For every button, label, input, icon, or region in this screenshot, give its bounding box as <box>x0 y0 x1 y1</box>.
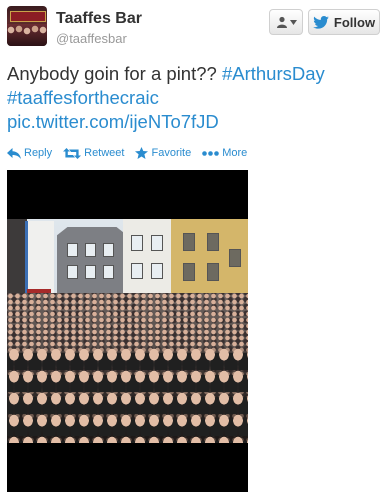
hashtag-link[interactable]: #ArthursDay <box>222 63 325 84</box>
reply-icon <box>7 147 21 159</box>
retweet-button[interactable]: Retweet <box>63 147 124 159</box>
window <box>85 243 96 257</box>
follow-button[interactable]: Follow <box>308 9 380 35</box>
caret-down-icon <box>289 19 297 25</box>
window <box>103 265 114 279</box>
tweet-text: Anybody goin for a pint?? #ArthursDay #t… <box>7 62 377 134</box>
person-icon <box>276 16 287 28</box>
window <box>131 263 143 279</box>
avatar-sign <box>10 11 46 22</box>
window <box>85 265 96 279</box>
twitter-bird-icon <box>313 15 329 29</box>
avatar-crowd <box>7 24 47 46</box>
window <box>207 233 219 251</box>
tweet-photo[interactable] <box>7 170 248 492</box>
tweet-header: Taaffes Bar @taaffesbar Follow <box>0 0 385 60</box>
crowd-street-photo <box>7 219 248 443</box>
favorite-label: Favorite <box>151 147 192 159</box>
display-name[interactable]: Taaffes Bar <box>56 10 142 28</box>
user-actions-dropdown-button[interactable] <box>269 9 303 35</box>
more-label: More <box>222 147 248 159</box>
screen-name[interactable]: @taaffesbar <box>56 31 127 46</box>
window <box>183 233 195 251</box>
crowd-foreground <box>7 348 248 443</box>
window <box>67 265 78 279</box>
more-dots-icon <box>202 150 220 156</box>
retweet-label: Retweet <box>84 147 125 159</box>
window <box>67 243 78 257</box>
tweet-text-body: Anybody goin for a pint?? <box>7 63 222 84</box>
reply-label: Reply <box>24 147 53 159</box>
window <box>207 263 219 281</box>
reply-button[interactable]: Reply <box>7 147 52 159</box>
avatar[interactable] <box>7 6 47 46</box>
star-icon <box>135 147 149 159</box>
favorite-button[interactable]: Favorite <box>135 147 191 159</box>
media-link[interactable]: pic.twitter.com/ijeNTo7fJD <box>7 111 219 132</box>
more-button[interactable]: More <box>202 147 247 159</box>
retweet-icon <box>63 147 82 159</box>
follow-button-label: Follow <box>333 14 376 30</box>
window <box>151 263 163 279</box>
window <box>183 263 195 281</box>
window <box>229 249 241 267</box>
window <box>103 243 114 257</box>
window <box>151 235 163 251</box>
hashtag-link[interactable]: #taaffesforthecraic <box>7 87 159 108</box>
window <box>131 235 143 251</box>
tweet-actions: Reply Retweet Favorite More <box>7 145 258 161</box>
